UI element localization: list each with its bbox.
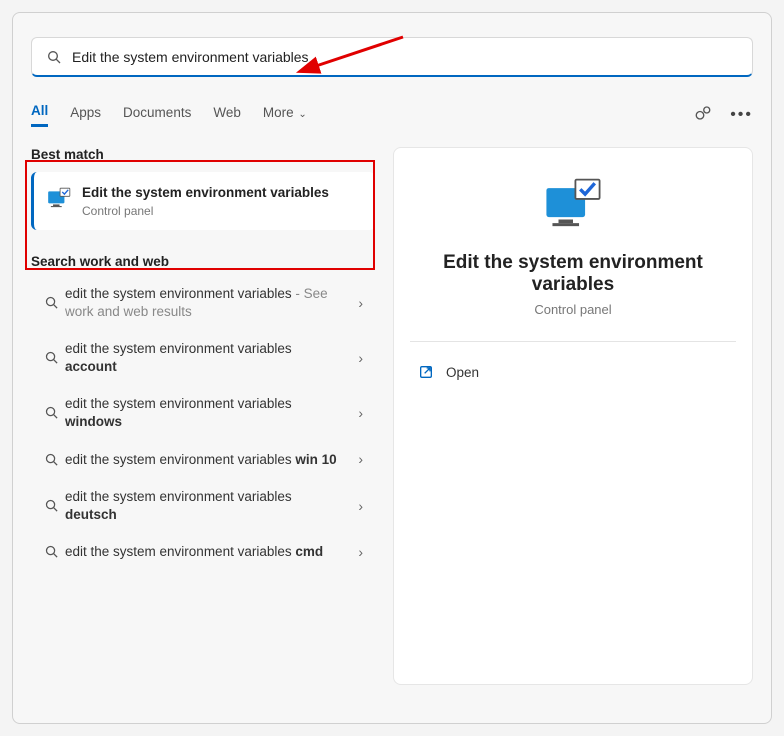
chevron-right-icon: › bbox=[352, 544, 369, 560]
tab-more-label: More bbox=[263, 105, 294, 120]
search-icon bbox=[37, 544, 65, 559]
search-bar[interactable] bbox=[31, 37, 753, 77]
suggestion-text: edit the system environment variables wi… bbox=[65, 451, 352, 469]
suggestion-item[interactable]: edit the system environment variables cm… bbox=[31, 533, 375, 571]
windows-search-panel: All Apps Documents Web More ⌄ ••• Best m… bbox=[12, 12, 772, 724]
account-switch-icon[interactable] bbox=[694, 104, 712, 126]
search-icon bbox=[37, 405, 65, 420]
suggestion-item[interactable]: edit the system environment variables wi… bbox=[31, 385, 375, 440]
best-match-label: Best match bbox=[31, 147, 375, 162]
tab-apps[interactable]: Apps bbox=[70, 105, 101, 126]
open-label: Open bbox=[446, 365, 479, 380]
filter-tabs: All Apps Documents Web More ⌄ ••• bbox=[31, 97, 753, 133]
tab-all[interactable]: All bbox=[31, 103, 48, 127]
preview-pane: Edit the system environment variables Co… bbox=[393, 147, 753, 685]
best-match-title: Edit the system environment variables bbox=[82, 184, 363, 202]
preview-monitor-check-icon bbox=[414, 176, 732, 234]
preview-subtitle: Control panel bbox=[414, 302, 732, 317]
search-input[interactable] bbox=[72, 49, 738, 65]
chevron-right-icon: › bbox=[352, 451, 369, 467]
search-work-web-label: Search work and web bbox=[31, 254, 375, 269]
open-action[interactable]: Open bbox=[414, 356, 732, 388]
search-icon bbox=[37, 350, 65, 365]
preview-title: Edit the system environment variables bbox=[414, 252, 732, 296]
search-icon bbox=[37, 295, 65, 310]
search-icon bbox=[46, 49, 62, 65]
suggestion-text: edit the system environment variables de… bbox=[65, 488, 352, 523]
tab-more[interactable]: More ⌄ bbox=[263, 105, 307, 126]
chevron-right-icon: › bbox=[352, 350, 369, 366]
tab-web[interactable]: Web bbox=[213, 105, 241, 126]
chevron-right-icon: › bbox=[352, 405, 369, 421]
monitor-check-icon bbox=[42, 186, 76, 217]
best-match-result[interactable]: Edit the system environment variables Co… bbox=[31, 172, 375, 230]
tab-documents[interactable]: Documents bbox=[123, 105, 191, 126]
suggestion-text: edit the system environment variables wi… bbox=[65, 395, 352, 430]
suggestion-text: edit the system environment variables ac… bbox=[65, 340, 352, 375]
chevron-right-icon: › bbox=[352, 295, 369, 311]
divider bbox=[410, 341, 736, 342]
best-match-subtitle: Control panel bbox=[82, 204, 363, 218]
search-icon bbox=[37, 452, 65, 467]
suggestion-item[interactable]: edit the system environment variables wi… bbox=[31, 441, 375, 479]
suggestion-list: edit the system environment variables - … bbox=[31, 275, 375, 570]
search-icon bbox=[37, 498, 65, 513]
suggestion-item[interactable]: edit the system environment variables - … bbox=[31, 275, 375, 330]
results-column: Best match Edit the system environment v… bbox=[31, 147, 375, 685]
suggestion-item[interactable]: edit the system environment variables de… bbox=[31, 478, 375, 533]
chevron-down-icon: ⌄ bbox=[296, 109, 307, 120]
suggestion-text: edit the system environment variables cm… bbox=[65, 543, 352, 561]
more-options-icon[interactable]: ••• bbox=[730, 106, 753, 124]
open-external-icon bbox=[418, 364, 434, 380]
chevron-right-icon: › bbox=[352, 498, 369, 514]
suggestion-text: edit the system environment variables - … bbox=[65, 285, 352, 320]
suggestion-item[interactable]: edit the system environment variables ac… bbox=[31, 330, 375, 385]
